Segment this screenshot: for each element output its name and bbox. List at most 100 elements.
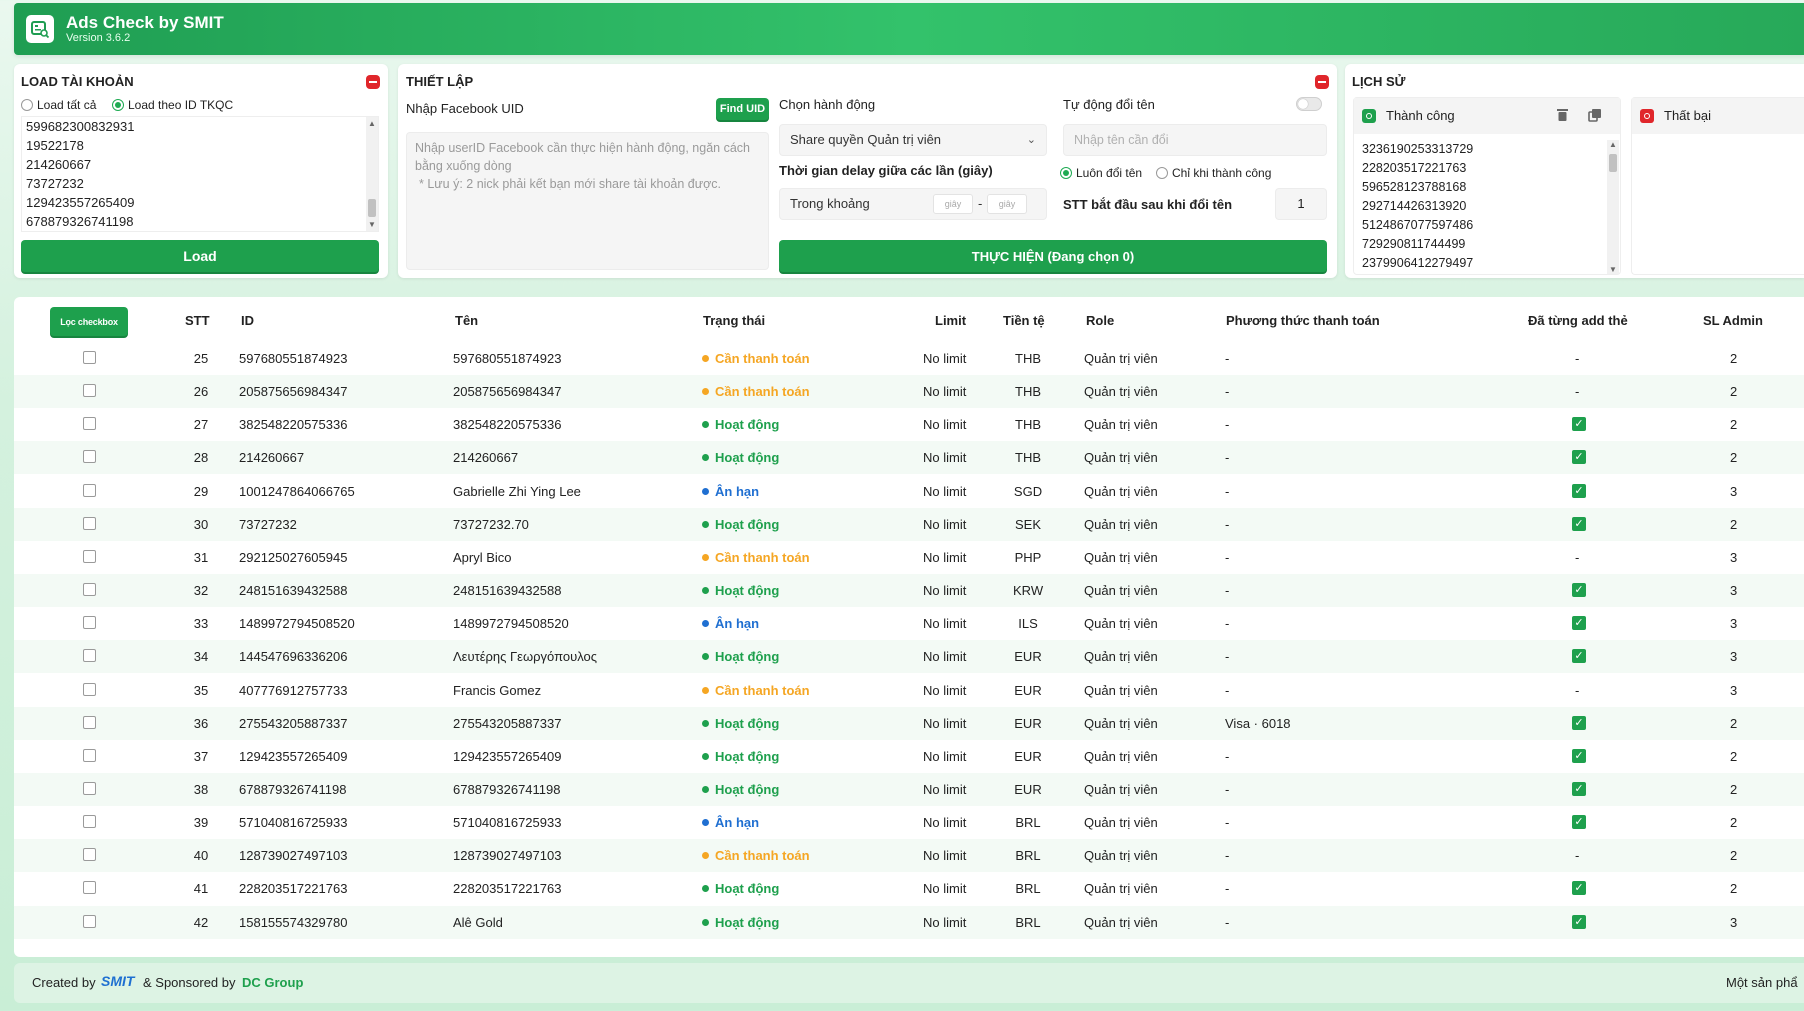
table-row[interactable]: 32 248151639432588 248151639432588 Hoạt độn… (14, 574, 1804, 608)
row-admins: 3 (1730, 649, 1738, 665)
delay-to-input[interactable]: giây (987, 194, 1027, 214)
row-checkbox[interactable] (83, 384, 96, 398)
row-currency: SEK (1014, 516, 1041, 532)
row-name: 382548220575336 (453, 417, 562, 433)
table-row[interactable]: 25 597680551874923 597680551874923 Cần than… (14, 342, 1804, 375)
id-list-scrollbar[interactable]: ▲ ▼ (366, 117, 378, 231)
scroll-up-icon[interactable]: ▲ (1609, 140, 1617, 149)
row-checkbox[interactable] (83, 881, 96, 895)
row-checkbox[interactable] (83, 516, 96, 530)
row-checkbox[interactable] (83, 815, 96, 829)
table-row[interactable]: 39 571040816725933 571040816725933 Ân hạn No… (14, 806, 1804, 839)
row-checkbox[interactable] (83, 649, 96, 663)
row-name: Francis Gomez (453, 682, 542, 698)
row-status: Hoạt động (702, 574, 779, 607)
row-stt: 32 (193, 583, 209, 599)
scroll-up-icon[interactable]: ▲ (368, 119, 376, 128)
row-stt: 42 (193, 914, 209, 930)
status-dot-icon (702, 852, 709, 860)
row-role: Quản trị viên (1084, 682, 1158, 698)
table-row[interactable]: 30 73727232 73727232.70 Hoạt động No limit SE… (14, 507, 1804, 541)
load-all-radio[interactable]: Load tất cả (21, 98, 96, 112)
id-textarea[interactable]: 599682300832931 19522178 214260667 73727… (21, 116, 379, 232)
table-row[interactable]: 28 214260667 214260667 Hoạt động No limit THB… (14, 441, 1804, 475)
status-dot-icon (702, 819, 709, 827)
row-role: Quản trị viên (1084, 583, 1158, 599)
load-by-id-radio[interactable]: Load theo ID TKQC (112, 98, 233, 112)
find-uid-button[interactable]: Find UID (716, 98, 769, 120)
card-added-check-icon: ✓ (1572, 583, 1586, 598)
row-checkbox[interactable] (83, 682, 96, 696)
smit-logo[interactable]: SMIT (101, 973, 134, 989)
table-row[interactable]: 41 228203517221763 228203517221763 Hoạt độn… (14, 872, 1804, 905)
row-status: Cần thanh toán (702, 541, 810, 574)
table-row[interactable]: 37 129423557265409 129423557265409 Hoạt độn… (14, 740, 1804, 773)
table-row[interactable]: 40 128739027497103 128739027497103 Cần than… (14, 839, 1804, 873)
row-checkbox[interactable] (83, 450, 96, 464)
row-currency: BRL (1015, 914, 1041, 930)
table-row[interactable]: 38 678879326741198 678879326741198 Hoạt độn… (14, 772, 1804, 806)
row-checkbox[interactable] (83, 781, 96, 795)
table-row[interactable]: 26 205875656984347 205875656984347 Cần than… (14, 375, 1804, 409)
table-row[interactable]: 33 1489972794508520 1489972794508520 Ân hạn… (14, 607, 1804, 640)
delay-from-input[interactable]: giây (933, 194, 973, 214)
rename-toggle[interactable] (1296, 97, 1322, 111)
table-row[interactable]: 27 382548220575336 382548220575336 Hoạt độn… (14, 408, 1804, 441)
load-panel-collapse-button[interactable] (366, 75, 380, 89)
filter-checkbox-button[interactable]: Lọc checkbox (50, 307, 128, 336)
row-card: - (1575, 682, 1580, 698)
row-role: Quản trị viên (1084, 715, 1158, 731)
table-row[interactable]: 36 275543205887337 275543205887337 Hoạt độn… (14, 706, 1804, 740)
copy-icon[interactable] (1588, 108, 1602, 125)
success-scrollbar[interactable]: ▲ ▼ (1607, 140, 1619, 274)
row-checkbox[interactable] (83, 748, 96, 762)
table-row[interactable]: 29 1001247864066765 Gabrielle Zhi Ying Lee… (14, 475, 1804, 508)
row-stt: 33 (193, 616, 209, 632)
success-id: 3236190253313729 (1362, 142, 1474, 156)
row-checkbox[interactable] (83, 549, 96, 563)
execute-button[interactable]: THỰC HIỆN (Đang chọn 0) (779, 240, 1327, 272)
action-select[interactable]: Share quyền Quản trị viên ⌄ (779, 124, 1047, 156)
row-checkbox[interactable] (83, 583, 96, 597)
card-added-check-icon: ✓ (1572, 516, 1586, 531)
table-row[interactable]: 35 407776912757733 Francis Gomez Cần thanh … (14, 674, 1804, 707)
rename-input[interactable]: Nhập tên cần đổi (1063, 124, 1327, 156)
trash-icon[interactable] (1556, 108, 1569, 125)
row-id: 1489972794508520 (239, 616, 355, 632)
row-status: Hoạt động (702, 773, 779, 806)
row-checkbox[interactable] (83, 351, 96, 364)
row-checkbox[interactable] (83, 715, 96, 729)
row-stt: 40 (193, 848, 209, 864)
row-status: Hoạt động (702, 906, 779, 939)
rename-success-radio[interactable]: Chỉ khi thành công (1156, 166, 1271, 180)
row-role: Quản trị viên (1084, 450, 1158, 466)
setup-panel-collapse-button[interactable] (1315, 75, 1329, 89)
row-checkbox[interactable] (83, 616, 96, 630)
row-limit: No limit (923, 549, 967, 565)
row-admins: 2 (1730, 815, 1738, 831)
rename-always-radio[interactable]: Luôn đổi tên (1060, 166, 1142, 180)
failed-box: Thất bại (1631, 97, 1804, 275)
table-row[interactable]: 42 158155574329780 Alê Gold Hoạt động No lim… (14, 905, 1804, 939)
load-button[interactable]: Load (21, 240, 379, 272)
header-card: Đã từng add thẻ (1528, 313, 1628, 328)
scroll-down-icon[interactable]: ▼ (1609, 265, 1617, 274)
scroll-thumb[interactable] (1609, 154, 1617, 172)
row-checkbox[interactable] (83, 848, 96, 862)
status-text: Hoạt động (715, 516, 780, 532)
stt-input[interactable]: 1 (1275, 188, 1327, 220)
dc-group-link[interactable]: DC Group (242, 975, 303, 990)
footer-right-text: Một sản phẩ (1726, 975, 1798, 990)
table-row[interactable]: 34 144547696336206 Λευτέρης Γεωργόπουλος Ho… (14, 640, 1804, 674)
uid-textarea[interactable]: Nhập userID Facebook cần thực hiện hành … (406, 132, 769, 270)
row-checkbox[interactable] (83, 417, 96, 431)
scroll-down-icon[interactable]: ▼ (368, 220, 376, 229)
row-checkbox[interactable] (83, 483, 96, 497)
row-id: 292125027605945 (239, 549, 348, 565)
row-checkbox[interactable] (83, 914, 96, 928)
scroll-thumb[interactable] (368, 199, 376, 217)
table-row[interactable]: 31 292125027605945 Apryl Bico Cần thanh toá… (14, 541, 1804, 574)
row-stt: 28 (193, 450, 209, 466)
row-payment: - (1225, 417, 1230, 433)
row-role: Quản trị viên (1084, 815, 1158, 831)
